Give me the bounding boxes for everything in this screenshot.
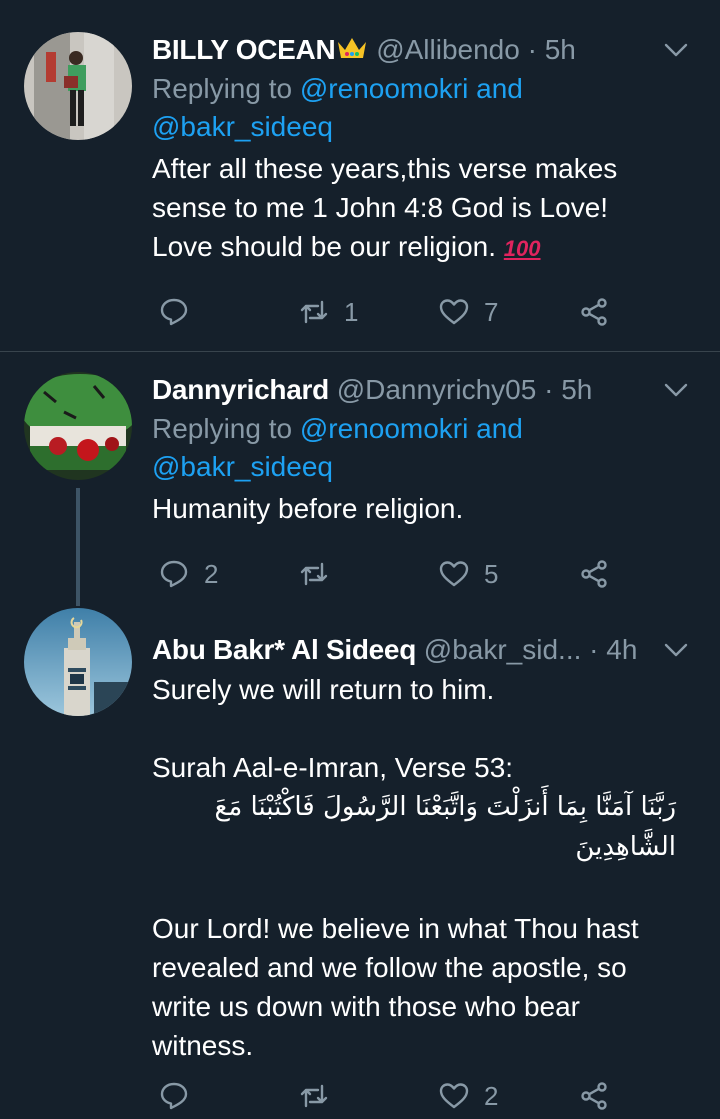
user-handle[interactable]: @bakr_sid...: [424, 634, 582, 665]
retweet-icon: [300, 1084, 328, 1108]
replying-prefix: Replying to: [152, 73, 293, 104]
crown-icon: [338, 38, 367, 58]
surah-reference: Surah Aal-e-Imran, Verse 53:: [152, 752, 514, 783]
like-button[interactable]: 7: [438, 290, 498, 334]
tweet-actions: 2 5: [152, 552, 712, 596]
mention-link[interactable]: @bakr_sideeq: [152, 111, 333, 142]
mention-link[interactable]: @renoomokri: [300, 413, 468, 444]
share-icon: [581, 298, 607, 326]
tweet-text: Humanity before religion.: [152, 489, 702, 528]
retweet-count: 1: [344, 296, 359, 327]
mention-link[interactable]: @bakr_sideeq: [152, 451, 333, 482]
tweet-text: Surely we will return to him. Surah Aal-…: [152, 670, 702, 787]
text-line: Our Lord! we believe in what Thou hast: [152, 913, 639, 944]
replying-to: Replying to @renoomokri and @bakr_sideeq: [152, 70, 702, 146]
avatar[interactable]: [24, 372, 132, 480]
chevron-down-icon[interactable]: [660, 374, 692, 406]
arabic-verse: رَبَّنَا آمَنَّا بِمَا أَنزَلْتَ وَاتَّب…: [152, 787, 702, 867]
text-line: Humanity before religion.: [152, 493, 464, 524]
reply-button[interactable]: [158, 1074, 204, 1118]
tweet-header: Abu Bakr* Al Sideeq @bakr_sid... · 4h: [152, 630, 702, 670]
arabic-line: رَبَّنَا آمَنَّا بِمَا أَنزَلْتَ وَاتَّب…: [214, 792, 677, 822]
tweet-actions: 2: [152, 1074, 712, 1118]
replying-and: and: [476, 73, 523, 104]
text-line: write us down with those who bear: [152, 991, 580, 1022]
heart-icon: [439, 1083, 469, 1109]
reply-icon: [160, 1082, 188, 1110]
timestamp[interactable]: 5h: [545, 34, 576, 65]
reply-count: 2: [204, 558, 219, 589]
display-name[interactable]: Abu Bakr* Al Sideeq: [152, 634, 416, 665]
display-name[interactable]: BILLY OCEAN: [152, 34, 336, 65]
like-count: 7: [484, 296, 499, 327]
divider: [0, 351, 720, 352]
timestamp[interactable]: 5h: [561, 374, 592, 405]
timeline: BILLY OCEAN @Allibendo · 5h Replying to …: [0, 0, 720, 1119]
like-count: 5: [484, 558, 499, 589]
chevron-down-icon[interactable]: [660, 34, 692, 66]
user-handle[interactable]: @Allibendo: [376, 34, 520, 65]
text-line-content: Love should be our religion.: [152, 231, 497, 262]
thread-connector: [76, 488, 80, 606]
text-line: witness.: [152, 1030, 254, 1061]
retweet-button[interactable]: [298, 552, 344, 596]
tweet-translation: Our Lord! we believe in what Thou hast r…: [152, 909, 702, 1065]
reply-button[interactable]: 2: [158, 552, 218, 596]
share-icon: [581, 1082, 607, 1110]
heart-icon: [439, 561, 469, 587]
like-button[interactable]: 2: [438, 1074, 498, 1118]
display-name[interactable]: Dannyrichard: [152, 374, 329, 405]
reply-icon: [160, 560, 188, 588]
separator-dot: ·: [527, 34, 537, 65]
replying-prefix: Replying to: [152, 413, 293, 444]
heart-icon: [439, 299, 469, 325]
chevron-down-icon[interactable]: [660, 634, 692, 666]
text-line: Love should be our religion. 100: [152, 227, 702, 268]
tweet-content: Abu Bakr* Al Sideeq @bakr_sid... · 4h Su…: [152, 630, 702, 1065]
tweet-header: Dannyrichard @Dannyrichy05 · 5h: [152, 370, 702, 410]
share-button[interactable]: [578, 290, 610, 334]
text-line: Surely we will return to him.: [152, 674, 495, 705]
hundred-points-emoji: 100: [503, 236, 541, 261]
share-icon: [581, 560, 607, 588]
reply-button[interactable]: [158, 290, 204, 334]
tweet-actions: 1 7: [152, 290, 712, 334]
avatar[interactable]: [24, 32, 132, 140]
share-button[interactable]: [578, 552, 610, 596]
share-button[interactable]: [578, 1074, 610, 1118]
like-button[interactable]: 5: [438, 552, 498, 596]
like-count: 2: [484, 1080, 499, 1111]
text-line: After all these years,this verse makes: [152, 153, 618, 184]
retweet-button[interactable]: [298, 1074, 344, 1118]
tweet-content: Dannyrichard @Dannyrichy05 · 5h Replying…: [152, 370, 702, 528]
reply-icon: [160, 298, 188, 326]
tweet-content: BILLY OCEAN @Allibendo · 5h Replying to …: [152, 30, 702, 268]
text-line: sense to me 1 John 4:8 God is Love!: [152, 192, 609, 223]
replying-and: and: [476, 413, 523, 444]
tweet-text: After all these years,this verse makes s…: [152, 149, 702, 268]
user-handle[interactable]: @Dannyrichy05: [337, 374, 537, 405]
timestamp[interactable]: 4h: [606, 634, 637, 665]
separator-dot: ·: [544, 374, 554, 405]
retweet-icon: [300, 562, 328, 586]
retweet-button[interactable]: 1: [298, 290, 358, 334]
replying-to: Replying to @renoomokri and @bakr_sideeq: [152, 410, 702, 486]
retweet-icon: [300, 300, 328, 324]
text-line: revealed and we follow the apostle, so: [152, 952, 627, 983]
arabic-line: الشَّاهِدِينَ: [575, 832, 676, 862]
tweet-header: BILLY OCEAN @Allibendo · 5h: [152, 30, 702, 70]
mention-link[interactable]: @renoomokri: [300, 73, 468, 104]
separator-dot: ·: [589, 634, 599, 665]
avatar[interactable]: [24, 608, 132, 716]
